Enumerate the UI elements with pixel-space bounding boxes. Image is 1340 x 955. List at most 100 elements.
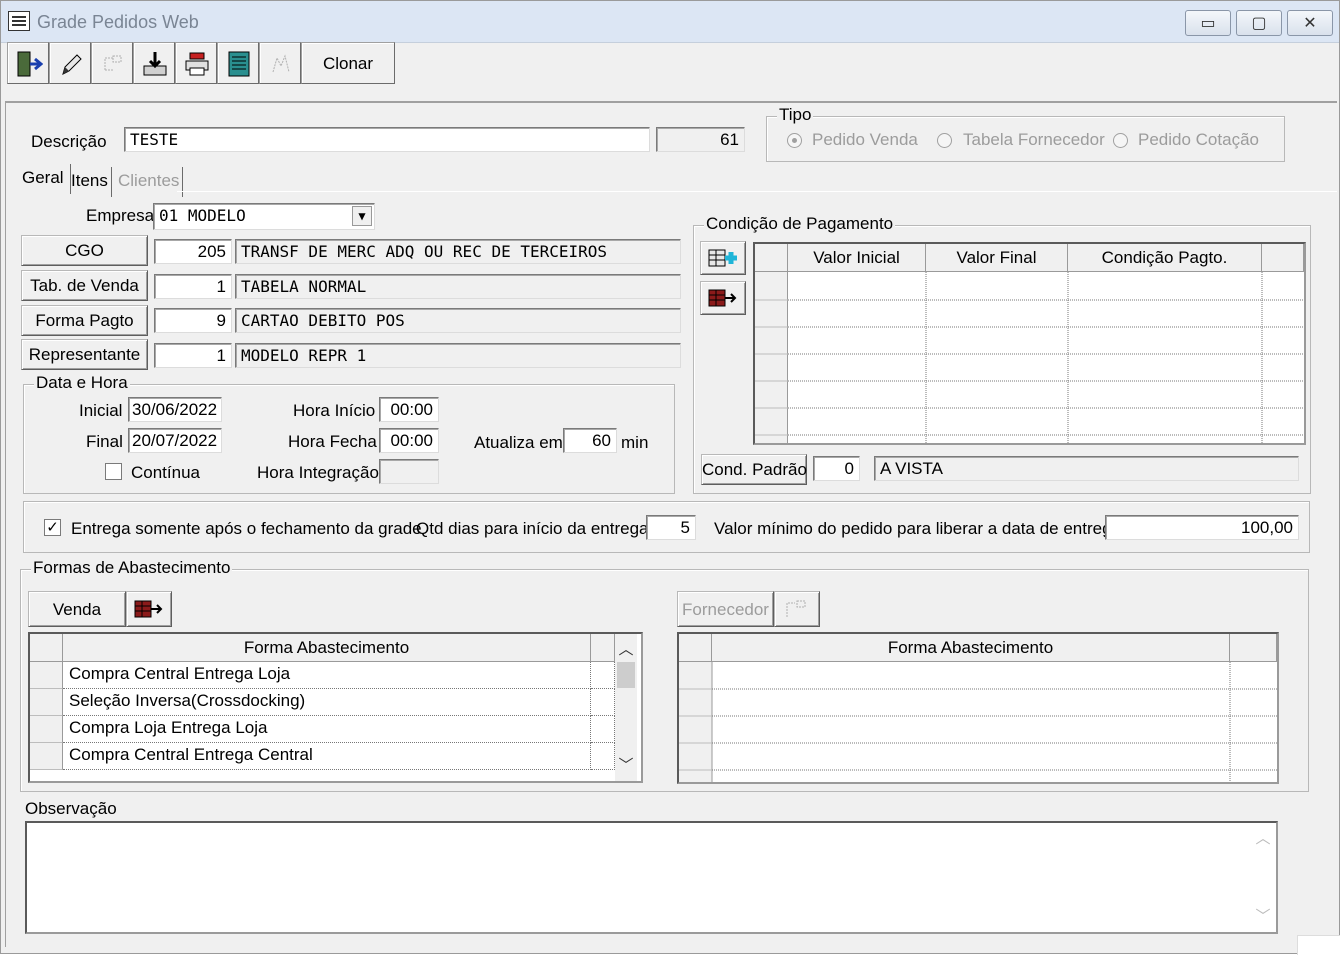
radio-pedido-venda (787, 133, 802, 148)
venda-col-forma[interactable]: Forma Abastecimento (63, 634, 591, 662)
tab-line (177, 191, 1337, 192)
cgo-desc: TRANSF DE MERC ADQ OU REC DE TERCEIROS (235, 239, 681, 264)
final-date-input[interactable]: 20/07/2022 (128, 428, 222, 453)
data-hora-title: Data e Hora (34, 373, 130, 393)
table-row[interactable]: Compra Loja Entrega Loja (63, 716, 591, 743)
tab-clientes[interactable]: Clientes (115, 167, 184, 197)
chevron-down-icon[interactable]: ▼ (352, 206, 372, 226)
hora-fecha-input[interactable]: 00:00 (379, 428, 439, 453)
tree-icon (786, 600, 806, 617)
venda-col-extra (591, 634, 615, 662)
representante-code[interactable]: 1 (154, 343, 232, 368)
observacao-textarea[interactable]: ︿ ﹀ (25, 821, 1278, 934)
print-button[interactable] (175, 42, 217, 84)
representante-desc: MODELO REPR 1 (235, 343, 681, 368)
table-row[interactable]: Compra Central Entrega Central (63, 743, 591, 770)
main-window: Grade Pedidos Web ▭ ▢ ✕ Clonar Descrição… (0, 0, 1340, 955)
status-corner (1297, 935, 1340, 955)
fornecedor-tree-button (774, 591, 820, 627)
qtd-dias-input[interactable]: 5 (646, 515, 696, 540)
row-indicator (30, 743, 63, 770)
descricao-label: Descrição (31, 132, 107, 151)
list-button[interactable] (217, 42, 259, 84)
close-icon: ✕ (1303, 15, 1317, 32)
minimize-button[interactable]: ▭ (1185, 10, 1231, 36)
close-button[interactable]: ✕ (1287, 10, 1333, 36)
fornecedor-button: Fornecedor (677, 591, 774, 627)
forma-pagto-code[interactable]: 9 (154, 308, 232, 333)
forma-pagto-button[interactable]: Forma Pagto (21, 305, 148, 336)
valor-minimo-label: Valor mínimo do pedido para liberar a da… (714, 519, 1121, 538)
scroll-up-icon[interactable]: ︿ (1252, 827, 1274, 849)
add-condicao-button[interactable] (700, 241, 746, 275)
venda-abastecimento-grid[interactable]: Forma Abastecimento Compra Central Entre… (28, 632, 643, 783)
hora-integracao-input (379, 459, 439, 484)
table-row[interactable]: Seleção Inversa(Crossdocking) (63, 689, 591, 716)
chart-button (259, 42, 301, 84)
empresa-select[interactable]: 01 MODELO ▼ (153, 203, 375, 230)
valor-minimo-input[interactable]: 100,00 (1105, 515, 1299, 540)
cond-padrao-button[interactable]: Cond. Padrão (701, 454, 807, 485)
venda-button[interactable]: Venda (28, 591, 126, 627)
table-cell (591, 689, 615, 716)
venda-grid-scrollbar[interactable]: ︿ ﹀ (615, 634, 637, 781)
continua-checkbox[interactable] (105, 463, 122, 480)
exit-door-icon (17, 51, 43, 77)
row-indicator (30, 662, 63, 689)
cond-padrao-desc: A VISTA (874, 456, 1299, 481)
document-list-icon (228, 51, 250, 77)
maximize-button[interactable]: ▢ (1236, 10, 1282, 36)
inicial-date-input[interactable]: 30/06/2022 (128, 397, 222, 422)
exit-button[interactable] (7, 42, 49, 84)
venda-remove-button[interactable] (126, 591, 172, 627)
fornecedor-grid-lines (679, 662, 1277, 782)
hora-fecha-label: Hora Fecha (288, 432, 377, 451)
maximize-icon: ▢ (1251, 15, 1267, 32)
table-row[interactable]: Compra Central Entrega Loja (63, 662, 591, 689)
row-indicator (30, 716, 63, 743)
observacao-label: Observação (25, 799, 117, 818)
tipo-group: Tipo Pedido Venda Tabela Fornecedor Pedi… (766, 105, 1285, 162)
radio-pedido-cotacao-label: Pedido Cotação (1138, 130, 1259, 149)
entrega-label: Entrega somente após o fechamento da gra… (71, 519, 422, 538)
condicao-grid[interactable]: Valor Inicial Valor Final Condição Pagto… (753, 242, 1306, 445)
tab-geral[interactable]: Geral (19, 164, 71, 194)
tab-venda-desc: TABELA NORMAL (235, 274, 681, 299)
app-icon (8, 11, 30, 31)
tab-itens[interactable]: Itens (69, 167, 112, 197)
fornecedor-abastecimento-grid[interactable]: Forma Abastecimento (677, 632, 1279, 784)
clone-button[interactable]: Clonar (301, 42, 395, 84)
radio-tabela-fornecedor-label: Tabela Fornecedor (963, 130, 1105, 149)
final-label: Final (86, 432, 123, 451)
atualiza-input[interactable]: 60 (563, 428, 617, 453)
hora-inicio-input[interactable]: 00:00 (379, 397, 439, 422)
inicial-label: Inicial (79, 401, 123, 420)
edit-button[interactable] (49, 42, 91, 84)
observacao-scrollbar[interactable]: ︿ ﹀ (1252, 823, 1274, 932)
cond-padrao-code[interactable]: 0 (813, 456, 860, 481)
remove-condicao-button[interactable] (700, 281, 746, 315)
continua-label: Contínua (131, 463, 200, 482)
clone-button-label: Clonar (322, 54, 374, 73)
tab-venda-code[interactable]: 1 (154, 274, 232, 299)
radio-tabela-fornecedor (937, 133, 952, 148)
scroll-down-icon[interactable]: ﹀ (1252, 905, 1274, 927)
download-button[interactable] (133, 42, 175, 84)
scroll-up-icon[interactable]: ︿ (615, 638, 637, 660)
descricao-code: 61 (656, 127, 745, 152)
download-tray-icon (143, 52, 167, 76)
condicao-grid-lines (755, 272, 1304, 443)
tab-venda-button[interactable]: Tab. de Venda (21, 270, 148, 301)
tree-icon (104, 55, 122, 71)
cgo-button[interactable]: CGO (21, 235, 148, 266)
representante-button[interactable]: Representante (21, 339, 148, 370)
forma-pagto-desc: CARTAO DEBITO POS (235, 308, 681, 333)
cgo-code[interactable]: 205 (154, 239, 232, 264)
title-bar: Grade Pedidos Web ▭ ▢ ✕ (1, 1, 1339, 43)
descricao-input[interactable]: TESTE (124, 127, 650, 152)
scroll-down-icon[interactable]: ﹀ (615, 754, 637, 776)
scroll-thumb[interactable] (617, 662, 635, 688)
hora-inicio-label: Hora Início (293, 401, 376, 420)
add-row-icon (708, 249, 737, 267)
entrega-checkbox[interactable]: ✓ (44, 519, 61, 536)
